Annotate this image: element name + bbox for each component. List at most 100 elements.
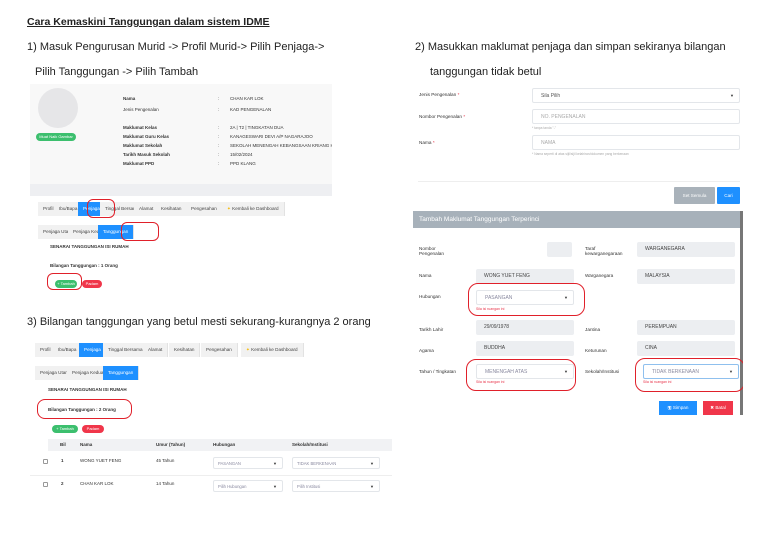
step2-line1: 2) Masukkan maklumat penjaga dan simpan …: [415, 41, 726, 53]
tab-bar: Profil Ibu/Bapa Penjaga Tinggal Bersama Alam…: [35, 343, 385, 357]
step2-line2: tanggungan tidak betul: [430, 66, 542, 78]
dependents-count: Bilangan Tanggungan : 1 Orang: [50, 263, 118, 268]
row-checkbox[interactable]: [43, 482, 48, 487]
tab-ibu-bapa[interactable]: Ibu/Bapa: [53, 343, 83, 357]
tab-kembali-ke-dashboard[interactable]: ✦ Kembali ke Dashboard: [241, 343, 304, 357]
subtab-bar: Penjaga Utama Penjaga Kedua Tanggungan: [38, 225, 328, 239]
tab-pengesahan[interactable]: Pengesahan: [201, 343, 238, 357]
profile-field-label: Maklumat Sekolah: [123, 143, 163, 148]
religion-label: Agama: [419, 348, 434, 353]
school-label: Sekolah/Institusi: [585, 369, 620, 374]
id-type-label: Jenis Pengenalan: [419, 92, 457, 97]
add-button[interactable]: + Tambah: [52, 425, 78, 433]
citizen-status-field[interactable]: WARGANEGARA: [637, 242, 735, 257]
doc-title: Cara Kemaskini Tanggungan dalam sistem I…: [27, 16, 270, 28]
list-title: SENARAI TANGGUNGAN ISI RUMAH: [50, 244, 129, 249]
save-button[interactable]: 🖫 Simpan: [659, 401, 697, 415]
gender-field[interactable]: PEREMPUAN: [637, 320, 735, 335]
tab-label: Penjaga: [84, 347, 101, 352]
detail-header: Tambah Maklumat Tanggungan Terperinci: [413, 211, 743, 228]
select-value: Pilih Institusi: [297, 484, 321, 489]
profile-field-label: Jenis Pengenalan: [123, 107, 159, 112]
race-label: Keturunan: [585, 348, 607, 353]
id-type-select[interactable]: Sila Pilih ▼: [532, 88, 740, 103]
id-no-input[interactable]: NO. PENGENALAN: [532, 109, 740, 124]
level-label: Tahun / Tingkatan: [419, 369, 457, 374]
reset-button[interactable]: Set Semula: [674, 187, 715, 204]
profile-field-label: Maklumat Guru Kelas: [123, 134, 170, 139]
row-name: CHAN KAR LOK: [80, 481, 114, 486]
tab-label: Alamat: [139, 206, 154, 211]
profile-field-sep: :: [218, 152, 220, 157]
row-checkbox[interactable]: [43, 459, 48, 464]
row-name: WONG YUET FENG: [80, 458, 122, 463]
religion-field[interactable]: BUDDHA: [476, 341, 574, 356]
tab-label: Kembali ke Dashboard: [232, 206, 279, 211]
relation-select[interactable]: PASANGAN ▼: [213, 457, 283, 469]
detail-name-field[interactable]: WONG YUET FENG: [476, 269, 574, 284]
save-label: Simpan: [672, 405, 689, 410]
save-icon: 🖫: [667, 405, 672, 410]
required-mark: *: [463, 114, 466, 119]
tab-label: Tinggal Bersama: [108, 347, 143, 352]
tab-tinggal-bersama[interactable]: Tinggal Bersama: [103, 343, 149, 357]
caret-down-icon: ▼: [370, 484, 374, 489]
relation-select[interactable]: Pilih Hubungan ▼: [213, 480, 283, 492]
tab-alamat[interactable]: Alamat: [143, 343, 169, 357]
delete-button[interactable]: Padam: [82, 280, 102, 288]
tab-label: Tanggungan: [108, 370, 134, 375]
profile-field-sep: :: [218, 161, 220, 166]
profile-field-sep: :: [218, 134, 220, 139]
profile-field-value: PPD KLANG: [230, 161, 256, 166]
name-placeholder: NAMA: [541, 140, 556, 146]
profile-field-value: KANAGESWARI DEVI A/P NAGARAJOO: [230, 134, 313, 139]
upload-photo-button[interactable]: Muat Naik Gambar: [36, 133, 76, 141]
relation-label: Hubungan: [419, 294, 441, 299]
school-select[interactable]: TIDAK BERKENAAN ▼: [292, 457, 380, 469]
select-value: TIDAK BERKENAAN: [297, 461, 337, 466]
detail-id-no-label: Nombor Pengenalan: [419, 246, 445, 256]
list-title: SENARAI TANGGUNGAN ISI RUMAH: [48, 387, 127, 392]
detail-id-no-field[interactable]: [547, 242, 572, 257]
divider: [30, 184, 332, 196]
name-input[interactable]: NAMA: [532, 135, 740, 150]
subtab-bar: Penjaga Utama Penjaga Kedua Tanggungan: [35, 366, 385, 380]
tab-label: Profil: [40, 347, 51, 352]
tab-tanggungan[interactable]: Tanggungan: [103, 366, 140, 380]
highlight-tanggungan: [121, 222, 159, 241]
tab-pengesahan[interactable]: Pengesahan: [186, 202, 223, 216]
row-number: 2: [61, 481, 64, 486]
race-field[interactable]: CINA: [637, 341, 735, 356]
id-no-placeholder: NO. PENGENALAN: [541, 114, 586, 120]
divider: [418, 181, 740, 182]
highlight-relation: [468, 283, 585, 316]
profile-card: Muat Naik Gambar Nama: CHAN KAR LOK Jenis …: [30, 84, 332, 184]
table-header-cell: Bil: [60, 442, 66, 447]
detail-name-label: Nama: [419, 273, 432, 278]
close-icon: ✖: [710, 405, 715, 410]
search-button[interactable]: Cari: [717, 187, 740, 204]
tab-label: Pengesahan: [191, 206, 217, 211]
required-mark: *: [432, 140, 435, 145]
profile-field-value: CHAN KAR LOK: [230, 96, 264, 101]
profile-field-value: 2A | T2 | TINGKATAN DUA: [230, 125, 284, 130]
profile-field-sep: :: [218, 96, 220, 101]
highlight-count: [37, 399, 132, 419]
caret-down-icon: ▼: [370, 461, 374, 466]
id-type-value: Sila Pilih: [541, 93, 561, 99]
delete-button[interactable]: Padam: [82, 425, 104, 433]
tab-kembali-ke-dashboard[interactable]: ✦ Kembali ke Dashboard: [222, 202, 285, 216]
cancel-button[interactable]: ✖ Batal: [703, 401, 733, 415]
tab-kesihatan[interactable]: Kesihatan: [156, 202, 188, 216]
school-select[interactable]: Pilih Institusi ▼: [292, 480, 380, 492]
nationality-field[interactable]: MALAYSIA: [637, 269, 735, 284]
tab-kesihatan[interactable]: Kesihatan: [169, 343, 201, 357]
dob-field[interactable]: 29/09/1978: [476, 320, 574, 335]
nationality-label: Warganegara: [585, 273, 614, 278]
tab-label: Pengesahan: [206, 347, 232, 352]
tab-label: Ibu/Bapa: [58, 347, 77, 352]
screenshot-list: Profil Ibu/Bapa Penjaga Tinggal Bersama Alam…: [30, 341, 392, 493]
profile-field-sep: :: [218, 143, 220, 148]
table-header-cell: Sekolah/Institusi: [292, 442, 328, 447]
highlight-add: [47, 273, 82, 290]
